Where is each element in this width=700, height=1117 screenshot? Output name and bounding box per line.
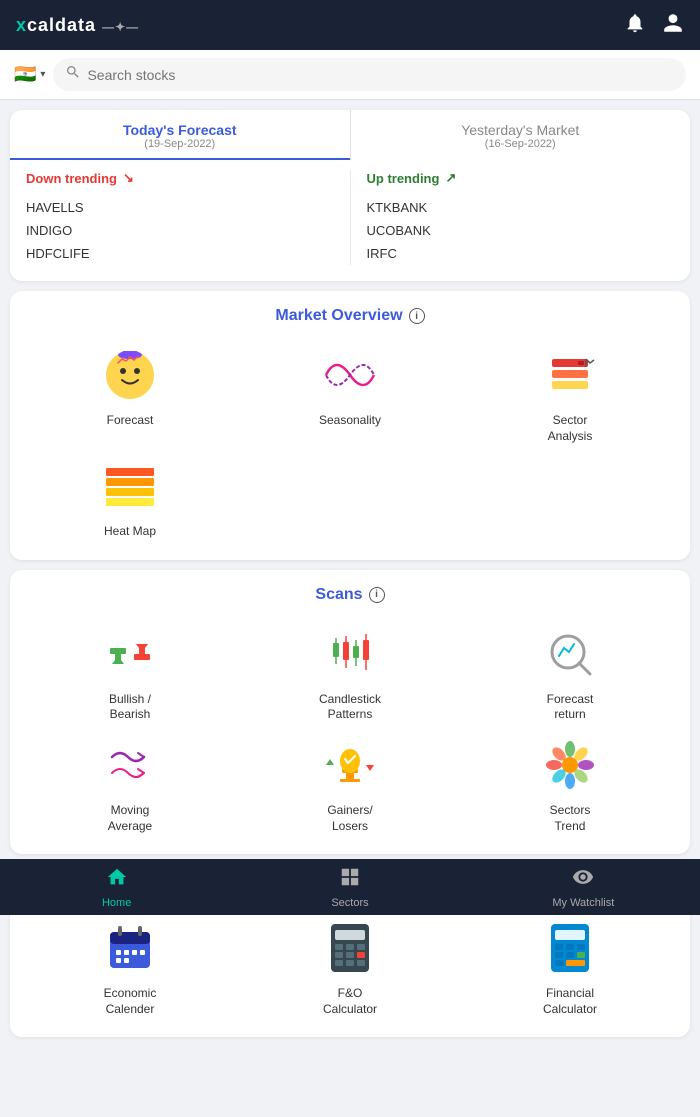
flag-icon: 🇮🇳	[14, 64, 36, 85]
financial-calculator-icon	[540, 918, 600, 978]
forecast-return-icon	[540, 624, 600, 684]
sectors-trend-item[interactable]: Sectors Trend	[460, 735, 680, 834]
search-input[interactable]	[87, 67, 674, 83]
bottom-navigation: Home Sectors My Watchlist	[0, 859, 700, 915]
up-stock-1[interactable]: KTKBANK	[367, 196, 675, 219]
economic-calender-item[interactable]: Economic Calender	[20, 918, 240, 1017]
bell-icon[interactable]	[624, 12, 646, 39]
gainers-losers-label: Gainers/ Losers	[327, 803, 372, 834]
fo-calculator-label: F&O Calculator	[323, 986, 377, 1017]
forecast-label: Forecast	[107, 413, 154, 429]
candlestick-label: Candlestick Patterns	[319, 692, 381, 723]
fo-calculator-item[interactable]: F&O Calculator	[240, 918, 460, 1017]
header-actions	[624, 12, 684, 39]
app-logo: xcaldata —✦—	[16, 15, 139, 36]
scans-section: Scans i Bullish / Bearish	[10, 570, 690, 854]
market-overview-grid: Forecast Seasonality	[20, 345, 680, 540]
up-stock-3[interactable]: IRFC	[367, 242, 675, 265]
down-trend-column: Down trending ↘ HAVELLS INDIGO HDFCLIFE	[10, 170, 350, 265]
dropdown-arrow: ▾	[40, 69, 45, 80]
up-trend-column: Up trending ↗ KTKBANK UCOBANK IRFC	[350, 170, 691, 265]
market-overview-info-icon[interactable]: i	[409, 308, 425, 324]
sectors-trend-label: Sectors Trend	[550, 803, 591, 834]
forecast-item[interactable]: Forecast	[20, 345, 240, 444]
forecast-icon	[100, 345, 160, 405]
down-stock-2[interactable]: INDIGO	[26, 219, 334, 242]
app-header: xcaldata —✦—	[0, 0, 700, 50]
candlestick-icon	[320, 624, 380, 684]
home-icon	[106, 866, 128, 894]
nav-sectors[interactable]: Sectors	[233, 859, 466, 915]
financial-calculator-item[interactable]: Financial Calculator	[460, 918, 680, 1017]
search-bar: 🇮🇳 ▾	[0, 50, 700, 100]
bullish-bearish-label: Bullish / Bearish	[109, 692, 151, 723]
up-stock-2[interactable]: UCOBANK	[367, 219, 675, 242]
watchlist-icon	[572, 866, 594, 894]
nav-home[interactable]: Home	[0, 859, 233, 915]
up-trend-label: Up trending ↗	[367, 170, 675, 186]
moving-avg-icon	[100, 735, 160, 795]
scans-grid: Bullish / Bearish	[20, 624, 680, 834]
user-icon[interactable]	[662, 12, 684, 39]
moving-avg-item[interactable]: Moving Average	[20, 735, 240, 834]
forecast-card: Today's Forecast (19-Sep-2022) Yesterday…	[10, 110, 690, 281]
heatmap-item[interactable]: Heat Map	[20, 456, 240, 540]
down-stock-1[interactable]: HAVELLS	[26, 196, 334, 219]
nav-home-label: Home	[102, 897, 131, 909]
tools-grid: Economic Calender	[20, 918, 680, 1017]
search-icon	[65, 64, 81, 85]
nav-watchlist[interactable]: My Watchlist	[467, 859, 700, 915]
yesterday-market-tab[interactable]: Yesterday's Market (16-Sep-2022)	[351, 110, 691, 160]
seasonality-item[interactable]: Seasonality	[240, 345, 460, 444]
seasonality-label: Seasonality	[319, 413, 381, 429]
market-overview-section: Market Overview i	[10, 291, 690, 560]
forecast-body: Down trending ↘ HAVELLS INDIGO HDFCLIFE …	[10, 160, 690, 281]
forecast-return-label: Forecast return	[547, 692, 594, 723]
sectors-trend-icon	[540, 735, 600, 795]
down-stock-3[interactable]: HDFCLIFE	[26, 242, 334, 265]
heatmap-icon	[100, 456, 160, 516]
forecast-return-item[interactable]: Forecast return	[460, 624, 680, 723]
seasonality-icon	[320, 345, 380, 405]
heatmap-label: Heat Map	[104, 524, 156, 540]
down-trend-label: Down trending ↘	[26, 170, 334, 186]
market-overview-title: Market Overview i	[20, 307, 680, 325]
bullish-bearish-item[interactable]: Bullish / Bearish	[20, 624, 240, 723]
scans-info-icon[interactable]: i	[369, 587, 385, 603]
economic-calender-icon	[100, 918, 160, 978]
sector-analysis-item[interactable]: Sector Analysis	[460, 345, 680, 444]
down-arrow-icon: ↘	[123, 170, 134, 186]
today-forecast-tab[interactable]: Today's Forecast (19-Sep-2022)	[10, 110, 350, 160]
up-arrow-icon: ↗	[445, 170, 456, 186]
gainers-losers-icon	[320, 735, 380, 795]
candlestick-item[interactable]: Candlestick Patterns	[240, 624, 460, 723]
search-input-wrapper	[53, 58, 686, 91]
sector-analysis-icon	[540, 345, 600, 405]
fo-calculator-icon	[320, 918, 380, 978]
nav-watchlist-label: My Watchlist	[552, 897, 614, 909]
forecast-tabs: Today's Forecast (19-Sep-2022) Yesterday…	[10, 110, 690, 160]
financial-calculator-label: Financial Calculator	[543, 986, 597, 1017]
bullish-bearish-icon	[100, 624, 160, 684]
economic-calender-label: Economic Calender	[104, 986, 157, 1017]
sectors-nav-icon	[339, 866, 361, 894]
moving-avg-label: Moving Average	[108, 803, 152, 834]
scans-title: Scans i	[20, 586, 680, 604]
gainers-losers-item[interactable]: Gainers/ Losers	[240, 735, 460, 834]
nav-sectors-label: Sectors	[331, 897, 368, 909]
country-selector[interactable]: 🇮🇳 ▾	[14, 64, 45, 85]
sector-analysis-label: Sector Analysis	[548, 413, 593, 444]
